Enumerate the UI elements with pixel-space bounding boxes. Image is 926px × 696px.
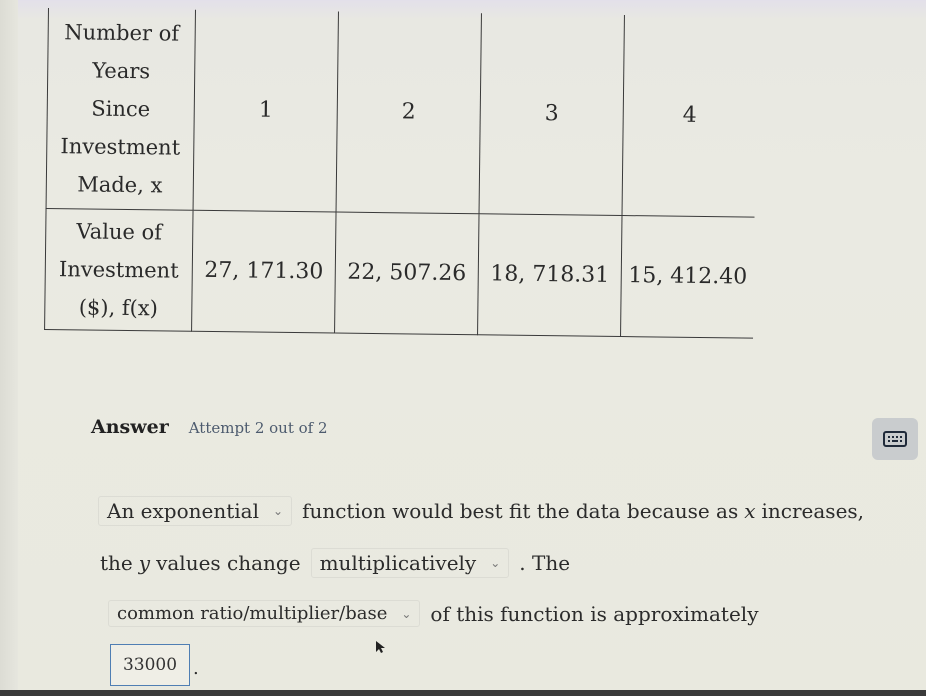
change-type-select[interactable]: multiplicatively ⌄ <box>310 548 510 578</box>
x-cell: 3 <box>479 13 625 216</box>
chevron-down-icon: ⌄ <box>401 606 412 621</box>
answer-label: Answer <box>91 416 169 438</box>
table-row-x: Number of Years Since Investment Made, x… <box>46 8 757 218</box>
function-type-select[interactable]: An exponential ⌄ <box>98 496 293 526</box>
sentence-text: the <box>100 551 133 575</box>
variable-x: x <box>744 499 756 523</box>
sentence-text: values change <box>156 551 301 575</box>
sentence-line-3: common ratio/multiplier/base ⌄ of this f… <box>108 600 759 627</box>
keyboard-icon <box>883 431 907 447</box>
parameter-select[interactable]: common ratio/multiplier/base ⌄ <box>108 600 421 627</box>
sentence-period: . <box>193 658 199 679</box>
sentence-text: increases, <box>761 499 865 523</box>
select-value: An exponential <box>107 499 259 523</box>
x-cell: 1 <box>193 9 339 213</box>
select-value: multiplicatively <box>319 551 477 575</box>
sentence-text: . The <box>519 551 571 575</box>
sentence-text: of this function is approximately <box>430 601 759 626</box>
fx-cell: 18, 718.31 <box>477 213 623 337</box>
header-line: Investment <box>60 134 181 160</box>
header-line: Number of <box>64 20 180 46</box>
header-line: Investment <box>58 257 179 283</box>
keyboard-button[interactable] <box>872 418 918 460</box>
answer-header: Answer Attempt 2 out of 2 <box>91 416 328 438</box>
data-table: Number of Years Since Investment Made, x… <box>44 8 757 339</box>
row-header-x: Number of Years Since Investment Made, x <box>46 8 196 211</box>
x-cell: 2 <box>336 11 482 214</box>
sentence-line-1: An exponential ⌄ function would best fit… <box>98 496 864 526</box>
x-cell: 4 <box>622 15 757 218</box>
answer-input[interactable]: 33000 <box>110 644 190 686</box>
variable-y: y <box>138 551 151 575</box>
header-line: Since <box>91 96 151 122</box>
sentence-text: function would best fit the data because… <box>302 499 739 523</box>
fx-cell: 27, 171.30 <box>191 210 337 334</box>
header-line: Years <box>92 58 151 84</box>
row-header-fx: Value of Investment ($), f(x) <box>44 208 194 332</box>
chevron-down-icon: ⌄ <box>490 556 501 570</box>
attempt-counter: Attempt 2 out of 2 <box>188 419 328 437</box>
header-line: Value of <box>76 219 163 245</box>
fx-cell: 15, 412.40 <box>620 215 755 339</box>
screen-bottom-edge <box>0 690 926 696</box>
header-line: ($), f(x) <box>78 295 159 321</box>
table-row-fx: Value of Investment ($), f(x) 27, 171.30… <box>44 208 755 339</box>
fx-cell: 22, 507.26 <box>334 212 480 335</box>
header-line: Made, x <box>77 172 163 198</box>
sentence-line-2: the y values change multiplicatively ⌄ .… <box>100 548 570 578</box>
select-value: common ratio/multiplier/base <box>117 603 388 624</box>
screen-bezel <box>0 0 18 696</box>
chevron-down-icon: ⌄ <box>273 504 284 518</box>
mouse-cursor-icon <box>376 641 385 653</box>
